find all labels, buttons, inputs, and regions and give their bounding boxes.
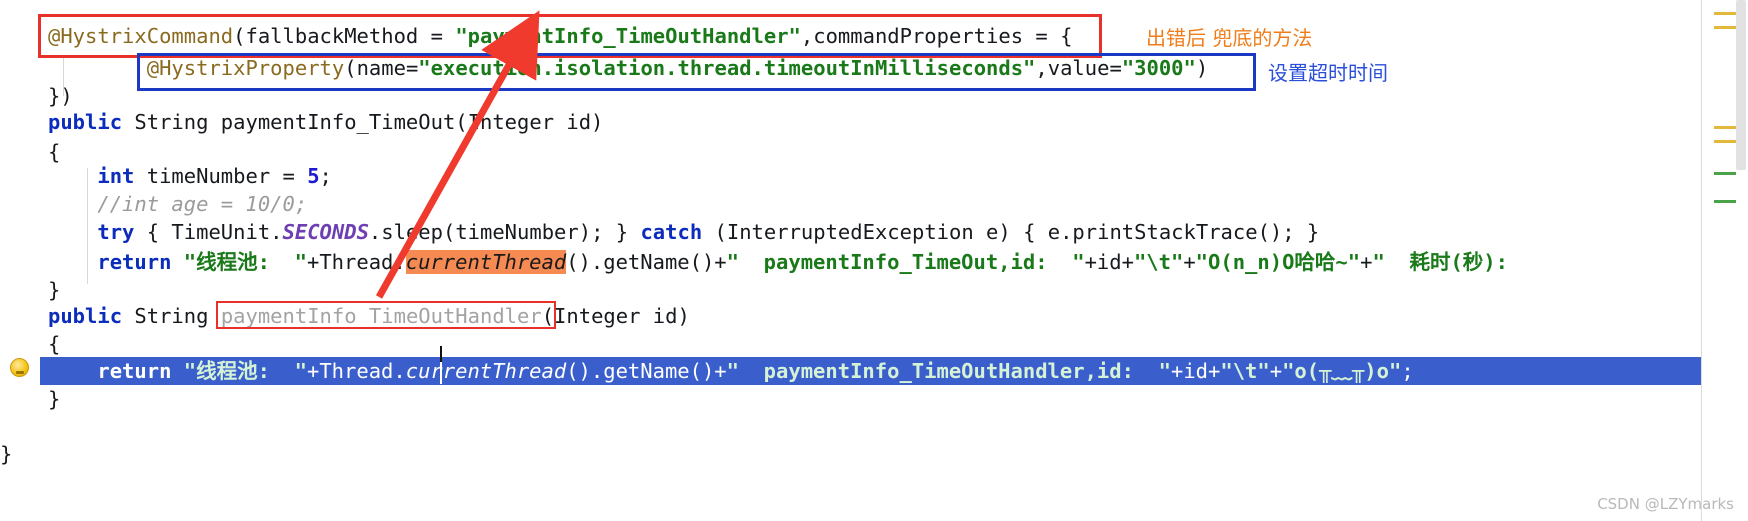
line-return-handler-token-8: +id+ <box>1170 359 1221 383</box>
text-caret-selected <box>440 362 442 384</box>
code-editor[interactable]: @HystrixCommand(fallbackMethod = "paymen… <box>0 0 1748 521</box>
line-try-catch-token-0 <box>48 220 97 244</box>
line-return-handler-token-9: "\t" <box>1220 359 1270 383</box>
line-return-handler-token-11: "o(╥﹏╥)o" <box>1282 359 1402 383</box>
line-close-brace-2[interactable]: } <box>0 385 1748 413</box>
line-try-catch-token-3: SECONDS <box>282 220 369 244</box>
rail-marker[interactable] <box>1714 200 1736 203</box>
line-method-signature-token-1: String paymentInfo_TimeOut(Integer id) <box>122 110 604 134</box>
line-handler-signature-token-1: String <box>122 304 221 328</box>
rail-marker[interactable] <box>1714 12 1736 15</box>
line-int-timenumber-token-3: 5 <box>307 164 320 188</box>
line-try-catch[interactable]: try { TimeUnit.SECONDS.sleep(timeNumber)… <box>0 218 1748 246</box>
line-return-timeout-token-1: return <box>97 250 172 274</box>
line-return-timeout-token-4: +Thread. <box>307 250 406 274</box>
line-return-handler-token-10: + <box>1269 359 1283 383</box>
line-return-timeout-token-2 <box>171 250 183 274</box>
line-try-catch-token-2: { TimeUnit. <box>134 220 283 244</box>
line-close-brace-1[interactable]: } <box>0 276 1748 304</box>
line-return-timeout-token-6: ().getName()+ <box>566 250 727 274</box>
line-return-handler-token-0 <box>48 359 97 383</box>
rail-marker[interactable] <box>1714 126 1736 129</box>
line-handler-signature-token-0: public <box>48 304 123 328</box>
note-fallback-method: 出错后 兜底的方法 <box>1146 26 1313 50</box>
blue-box-hystrix-property <box>137 53 1256 91</box>
scrollbar-thumb[interactable] <box>1736 0 1746 170</box>
line-method-signature[interactable]: public String paymentInfo_TimeOut(Intege… <box>0 108 1748 136</box>
line-close-brace-1-token-0: } <box>48 278 61 302</box>
rail-marker[interactable] <box>1714 172 1736 175</box>
line-comment-age[interactable]: //int age = 10/0; <box>0 190 1748 218</box>
line-close-annotation-token-0: }) <box>48 84 73 108</box>
line-handler-signature-token-3: (Integer id) <box>541 304 690 328</box>
note-timeout-setting: 设置超时时间 <box>1268 61 1388 85</box>
red-box-fallback-method-name <box>216 301 556 329</box>
red-box-hystrix-command <box>38 14 1102 58</box>
line-return-handler-token-6: ().getName()+ <box>566 359 727 383</box>
rail-marker[interactable] <box>1714 140 1736 143</box>
line-return-timeout-token-11: "O(n_n)O哈哈~" <box>1195 250 1361 274</box>
line-method-signature-token-0: public <box>48 110 123 134</box>
line-return-handler-token-3: "线程池: " <box>183 359 307 383</box>
line-return-timeout-token-9: "\t" <box>1133 250 1184 274</box>
line-return-timeout-token-12: + <box>1360 250 1373 274</box>
line-return-handler-token-4: +Thread. <box>307 359 406 383</box>
line-close-class[interactable]: } <box>0 440 1748 468</box>
line-int-timenumber-token-2: timeNumber = <box>134 164 308 188</box>
line-return-handler-token-2 <box>171 359 183 383</box>
watermark: CSDN @LZYmarks <box>1597 495 1734 513</box>
line-return-handler-token-7: " paymentInfo_TimeOutHandler,id: " <box>726 359 1171 383</box>
line-int-timenumber-token-4: ; <box>319 164 332 188</box>
line-comment-age-token-1: //int age = 10/0; <box>97 192 308 216</box>
line-return-handler-token-1: return <box>97 359 172 383</box>
line-try-catch-token-4: .sleep(timeNumber); } <box>368 220 641 244</box>
line-open-brace-2-token-0: { <box>48 332 61 356</box>
line-return-timeout-token-5: currentThread <box>405 250 567 274</box>
line-return-timeout[interactable]: return "线程池: "+Thread.currentThread().ge… <box>0 248 1748 276</box>
line-close-class-token-0: } <box>0 442 13 466</box>
line-return-timeout-token-3: "线程池: " <box>183 250 307 274</box>
line-try-catch-token-5: catch <box>640 220 703 244</box>
line-close-brace-2-token-0: } <box>48 387 61 411</box>
line-int-timenumber-token-0 <box>48 164 97 188</box>
rail-marker[interactable] <box>1714 26 1736 29</box>
line-return-timeout-token-13: " 耗时(秒): <box>1372 250 1508 274</box>
line-comment-age-token-0 <box>48 192 97 216</box>
line-int-timenumber[interactable]: int timeNumber = 5; <box>0 162 1748 190</box>
line-try-catch-token-6: (InterruptedException e) { e.printStackT… <box>702 220 1320 244</box>
line-int-timenumber-token-1: int <box>97 164 135 188</box>
line-return-timeout-token-7: " paymentInfo_TimeOut,id: " <box>726 250 1085 274</box>
line-return-handler-token-12: ; <box>1401 359 1414 383</box>
line-return-timeout-token-10: + <box>1183 250 1196 274</box>
editor-scroll-rail[interactable] <box>1701 0 1748 521</box>
line-open-brace-2[interactable]: { <box>0 330 1748 358</box>
line-return-timeout-token-0 <box>48 250 97 274</box>
line-return-timeout-token-8: +id+ <box>1084 250 1134 274</box>
line-return-handler-token-5: currentThread <box>405 359 567 383</box>
line-return-handler[interactable]: return "线程池: "+Thread.currentThread().ge… <box>0 357 1748 385</box>
line-hystrix-property-token-0 <box>48 56 147 80</box>
line-open-brace-1-token-0: { <box>48 140 61 164</box>
line-try-catch-token-1: try <box>97 220 135 244</box>
